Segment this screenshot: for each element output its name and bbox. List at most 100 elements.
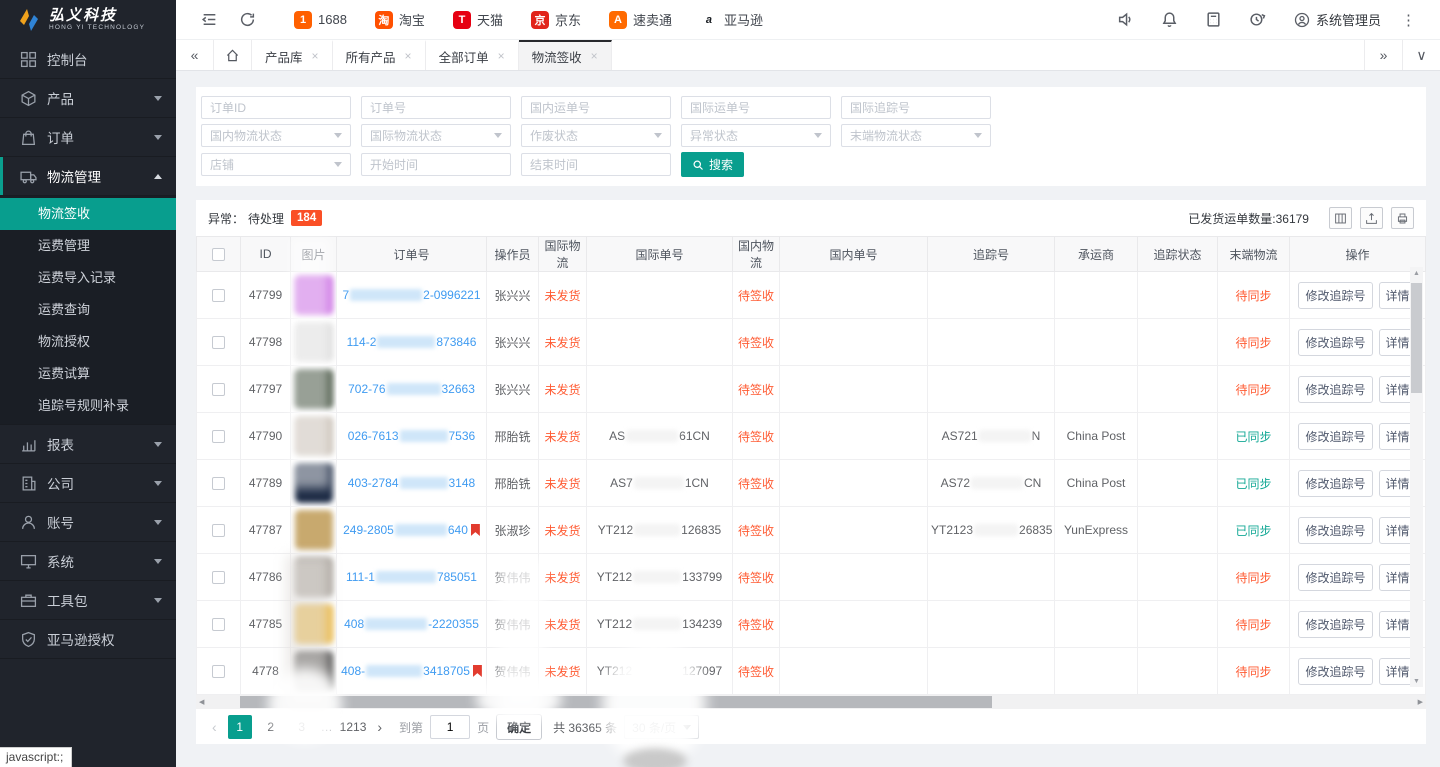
per-page-select[interactable]: 30 条/页 bbox=[624, 715, 699, 739]
tab-all-orders[interactable]: 全部订单× bbox=[426, 40, 519, 70]
horizontal-scrollbar[interactable]: ◀ ▶ bbox=[196, 695, 1426, 709]
page-button-1[interactable]: 1 bbox=[228, 715, 252, 739]
scroll-down-icon[interactable]: ▼ bbox=[1410, 675, 1423, 687]
search-button[interactable]: 搜索 bbox=[681, 152, 744, 177]
sidebar-subitem-freight-mgmt[interactable]: 运费管理 bbox=[0, 230, 176, 262]
sidebar-subitem-sign-off[interactable]: 物流签收 bbox=[0, 198, 176, 230]
row-checkbox[interactable] bbox=[212, 665, 225, 678]
tab-product-library[interactable]: 产品库× bbox=[252, 40, 333, 70]
void-status-select[interactable]: 作废状态 bbox=[521, 124, 671, 147]
row-checkbox[interactable] bbox=[212, 383, 225, 396]
row-checkbox[interactable] bbox=[212, 477, 225, 490]
shop-select[interactable]: 店铺 bbox=[201, 153, 351, 176]
next-page-button[interactable]: › bbox=[373, 719, 386, 735]
row-checkbox[interactable] bbox=[212, 289, 225, 302]
sidebar-item-company[interactable]: 公司 bbox=[0, 464, 176, 503]
sidebar-subitem-freight-import[interactable]: 运费导入记录 bbox=[0, 262, 176, 294]
order-link[interactable]: 026-76137536 bbox=[348, 429, 475, 443]
tabs-scroll-right-button[interactable]: » bbox=[1364, 40, 1402, 70]
product-image[interactable] bbox=[295, 651, 333, 691]
marketplace-link-aliexpress[interactable]: A速卖通 bbox=[609, 10, 672, 29]
order-link[interactable]: 111-1785051 bbox=[346, 570, 477, 584]
export-button[interactable] bbox=[1360, 207, 1383, 229]
sidebar-item-toolkit[interactable]: 工具包 bbox=[0, 581, 176, 620]
print-button[interactable] bbox=[1391, 207, 1414, 229]
sidebar-subitem-freight-query[interactable]: 运费查询 bbox=[0, 294, 176, 326]
row-checkbox[interactable] bbox=[212, 524, 225, 537]
sidebar-item-system[interactable]: 系统 bbox=[0, 542, 176, 581]
close-icon[interactable]: × bbox=[312, 49, 319, 63]
order-id-input[interactable] bbox=[201, 96, 351, 119]
tabs-scroll-left-button[interactable]: « bbox=[176, 40, 214, 70]
pending-count-badge[interactable]: 184 bbox=[291, 210, 322, 226]
sidebar-item-report[interactable]: 报表 bbox=[0, 425, 176, 464]
order-link[interactable]: 408-2220355 bbox=[344, 617, 479, 631]
more-menu-button[interactable]: ⋮ bbox=[1391, 11, 1426, 29]
sidebar-collapse-button[interactable] bbox=[190, 0, 228, 40]
prev-page-button[interactable]: ‹ bbox=[208, 719, 221, 735]
product-image[interactable] bbox=[295, 463, 333, 503]
start-date-input[interactable] bbox=[361, 153, 511, 176]
exception-status-select[interactable]: 异常状态 bbox=[681, 124, 831, 147]
edit-tracking-button[interactable]: 修改追踪号 bbox=[1298, 611, 1372, 638]
marketplace-link-amazon[interactable]: a亚马逊 bbox=[700, 10, 763, 29]
refresh-button[interactable] bbox=[228, 0, 266, 40]
tab-all-products[interactable]: 所有产品× bbox=[333, 40, 426, 70]
close-icon[interactable]: × bbox=[498, 49, 505, 63]
col-id[interactable]: ID bbox=[241, 237, 291, 272]
product-image[interactable] bbox=[295, 510, 333, 550]
goto-confirm-button[interactable]: 确定 bbox=[496, 714, 542, 740]
order-link[interactable]: 702-7632663 bbox=[348, 382, 475, 396]
row-checkbox[interactable] bbox=[212, 571, 225, 584]
scroll-up-icon[interactable]: ▲ bbox=[1410, 267, 1423, 279]
edit-tracking-button[interactable]: 修改追踪号 bbox=[1298, 376, 1372, 403]
horizontal-scrollbar-thumb[interactable] bbox=[240, 696, 992, 708]
edit-tracking-button[interactable]: 修改追踪号 bbox=[1298, 470, 1372, 497]
domestic-logistics-status-select[interactable]: 国内物流状态 bbox=[201, 124, 351, 147]
close-icon[interactable]: × bbox=[591, 49, 598, 63]
edit-tracking-button[interactable]: 修改追踪号 bbox=[1298, 517, 1372, 544]
announcement-button[interactable] bbox=[1104, 0, 1148, 40]
scroll-left-icon[interactable]: ◀ bbox=[199, 695, 204, 709]
order-link[interactable]: 114-2873846 bbox=[347, 335, 477, 349]
marketplace-link-jd[interactable]: 京京东 bbox=[531, 10, 581, 29]
column-settings-button[interactable] bbox=[1329, 207, 1352, 229]
close-icon[interactable]: × bbox=[405, 49, 412, 63]
tab-logistics-sign-off[interactable]: 物流签收× bbox=[519, 40, 612, 70]
marketplace-link-tmall[interactable]: T天猫 bbox=[453, 10, 503, 29]
goto-page-input[interactable] bbox=[430, 715, 470, 739]
terminal-logistics-status-select[interactable]: 末端物流状态 bbox=[841, 124, 991, 147]
notifications-button[interactable] bbox=[1148, 0, 1192, 40]
edit-tracking-button[interactable]: 修改追踪号 bbox=[1298, 282, 1372, 309]
row-checkbox[interactable] bbox=[212, 336, 225, 349]
order-no-input[interactable] bbox=[361, 96, 511, 119]
product-image[interactable] bbox=[295, 369, 333, 409]
vertical-scrollbar-thumb[interactable] bbox=[1411, 283, 1422, 393]
marketplace-link-1688[interactable]: 11688 bbox=[294, 11, 347, 29]
marketplace-link-taobao[interactable]: 淘淘宝 bbox=[375, 10, 425, 29]
product-image[interactable] bbox=[295, 322, 333, 362]
intl-waybill-input[interactable] bbox=[681, 96, 831, 119]
page-button-3[interactable]: 3 bbox=[290, 715, 314, 739]
sidebar-item-logistics[interactable]: 物流管理 bbox=[0, 157, 176, 196]
vertical-scrollbar[interactable]: ▲ ▼ bbox=[1410, 267, 1423, 687]
page-button-2[interactable]: 2 bbox=[259, 715, 283, 739]
select-all-checkbox[interactable] bbox=[212, 248, 225, 261]
sidebar-item-product[interactable]: 产品 bbox=[0, 79, 176, 118]
tabs-menu-button[interactable]: ∨ bbox=[1402, 40, 1440, 70]
page-button-last[interactable]: 1213 bbox=[340, 715, 367, 739]
home-tab-button[interactable] bbox=[214, 40, 252, 70]
row-checkbox[interactable] bbox=[212, 618, 225, 631]
product-image[interactable] bbox=[295, 275, 333, 315]
intl-logistics-status-select[interactable]: 国际物流状态 bbox=[361, 124, 511, 147]
edit-tracking-button[interactable]: 修改追踪号 bbox=[1298, 658, 1372, 685]
order-link[interactable]: 408-3418705 bbox=[341, 664, 470, 678]
scroll-right-icon[interactable]: ▶ bbox=[1418, 695, 1423, 709]
pending-label[interactable]: 待处理 bbox=[248, 210, 284, 227]
end-date-input[interactable] bbox=[521, 153, 671, 176]
sidebar-subitem-freight-trial[interactable]: 运费试算 bbox=[0, 358, 176, 390]
version-button[interactable] bbox=[1236, 0, 1280, 40]
user-menu[interactable]: 系统管理员 bbox=[1294, 10, 1381, 29]
sidebar-item-order[interactable]: 订单 bbox=[0, 118, 176, 157]
edit-tracking-button[interactable]: 修改追踪号 bbox=[1298, 329, 1372, 356]
